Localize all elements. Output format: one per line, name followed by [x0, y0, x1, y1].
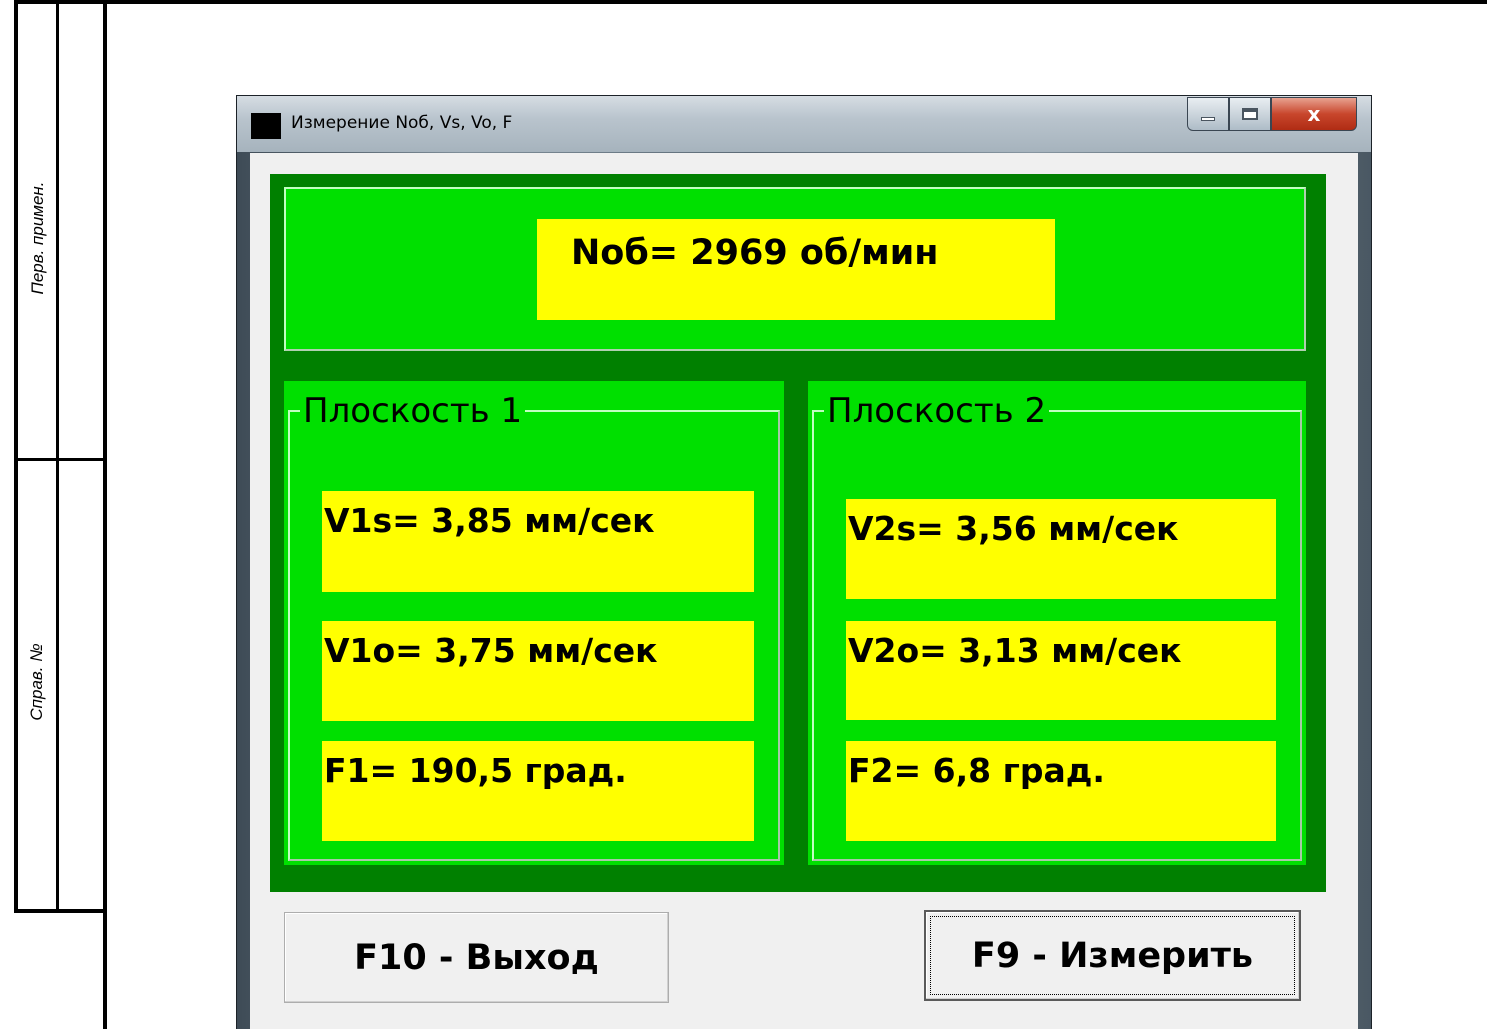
exit-button[interactable]: F10 - Выход: [284, 912, 669, 1003]
maximize-icon: [1242, 108, 1258, 120]
rpm-panel: Noб= 2969 об/мин: [284, 187, 1306, 351]
v2s-value: V2s= 3,56 мм/сек: [846, 499, 1276, 599]
sheet-inner-border: [103, 0, 107, 1029]
plane-1-group: Плоскость 1 V1s= 3,85 мм/сек V1o= 3,75 м…: [284, 381, 784, 865]
window-client-area: Noб= 2969 об/мин Плоскость 1 V1s= 3,85 м…: [250, 153, 1358, 1029]
measure-button-label: F9 - Измерить: [971, 935, 1254, 976]
plane-2-label: Плоскость 2: [824, 391, 1050, 431]
measurement-panel: Noб= 2969 об/мин Плоскость 1 V1s= 3,85 м…: [270, 174, 1326, 892]
rpm-value: Noб= 2969 об/мин: [537, 219, 1055, 320]
plane-2-group: Плоскость 2 V2s= 3,56 мм/сек V2o= 3,13 м…: [808, 381, 1306, 865]
sheet-top-border: [14, 0, 1487, 4]
close-button[interactable]: x: [1271, 97, 1357, 131]
measure-button[interactable]: F9 - Измерить: [924, 910, 1301, 1001]
v2o-value: V2o= 3,13 мм/сек: [846, 621, 1276, 720]
close-icon: x: [1307, 102, 1321, 126]
minimize-button[interactable]: [1187, 97, 1229, 131]
plane-1-label: Плоскость 1: [300, 391, 526, 431]
stamp-row-divider: [14, 458, 107, 461]
stamp-label-sprav-no: Справ. №: [27, 643, 46, 721]
measurement-window: Измерение Noб, Vs, Vo, F x Noб= 2969 об/…: [236, 95, 1372, 1029]
v1s-value: V1s= 3,85 мм/сек: [322, 491, 754, 592]
minimize-icon: [1201, 117, 1215, 121]
app-icon: [251, 113, 281, 139]
f2-value: F2= 6,8 град.: [846, 741, 1276, 841]
maximize-button[interactable]: [1229, 97, 1271, 131]
f1-value: F1= 190,5 град.: [322, 741, 754, 841]
v1o-value: V1o= 3,75 мм/сек: [322, 621, 754, 721]
stamp-column-divider: [56, 0, 59, 912]
title-bar[interactable]: Измерение Noб, Vs, Vo, F x: [237, 96, 1371, 152]
caption-buttons: x: [1187, 97, 1357, 131]
window-title: Измерение Noб, Vs, Vo, F: [291, 113, 513, 133]
stamp-label-perv-primen: Перв. примен.: [28, 181, 47, 295]
sheet-left-border: [14, 0, 18, 912]
exit-button-label: F10 - Выход: [354, 937, 599, 978]
stamp-bottom-border: [14, 909, 107, 913]
